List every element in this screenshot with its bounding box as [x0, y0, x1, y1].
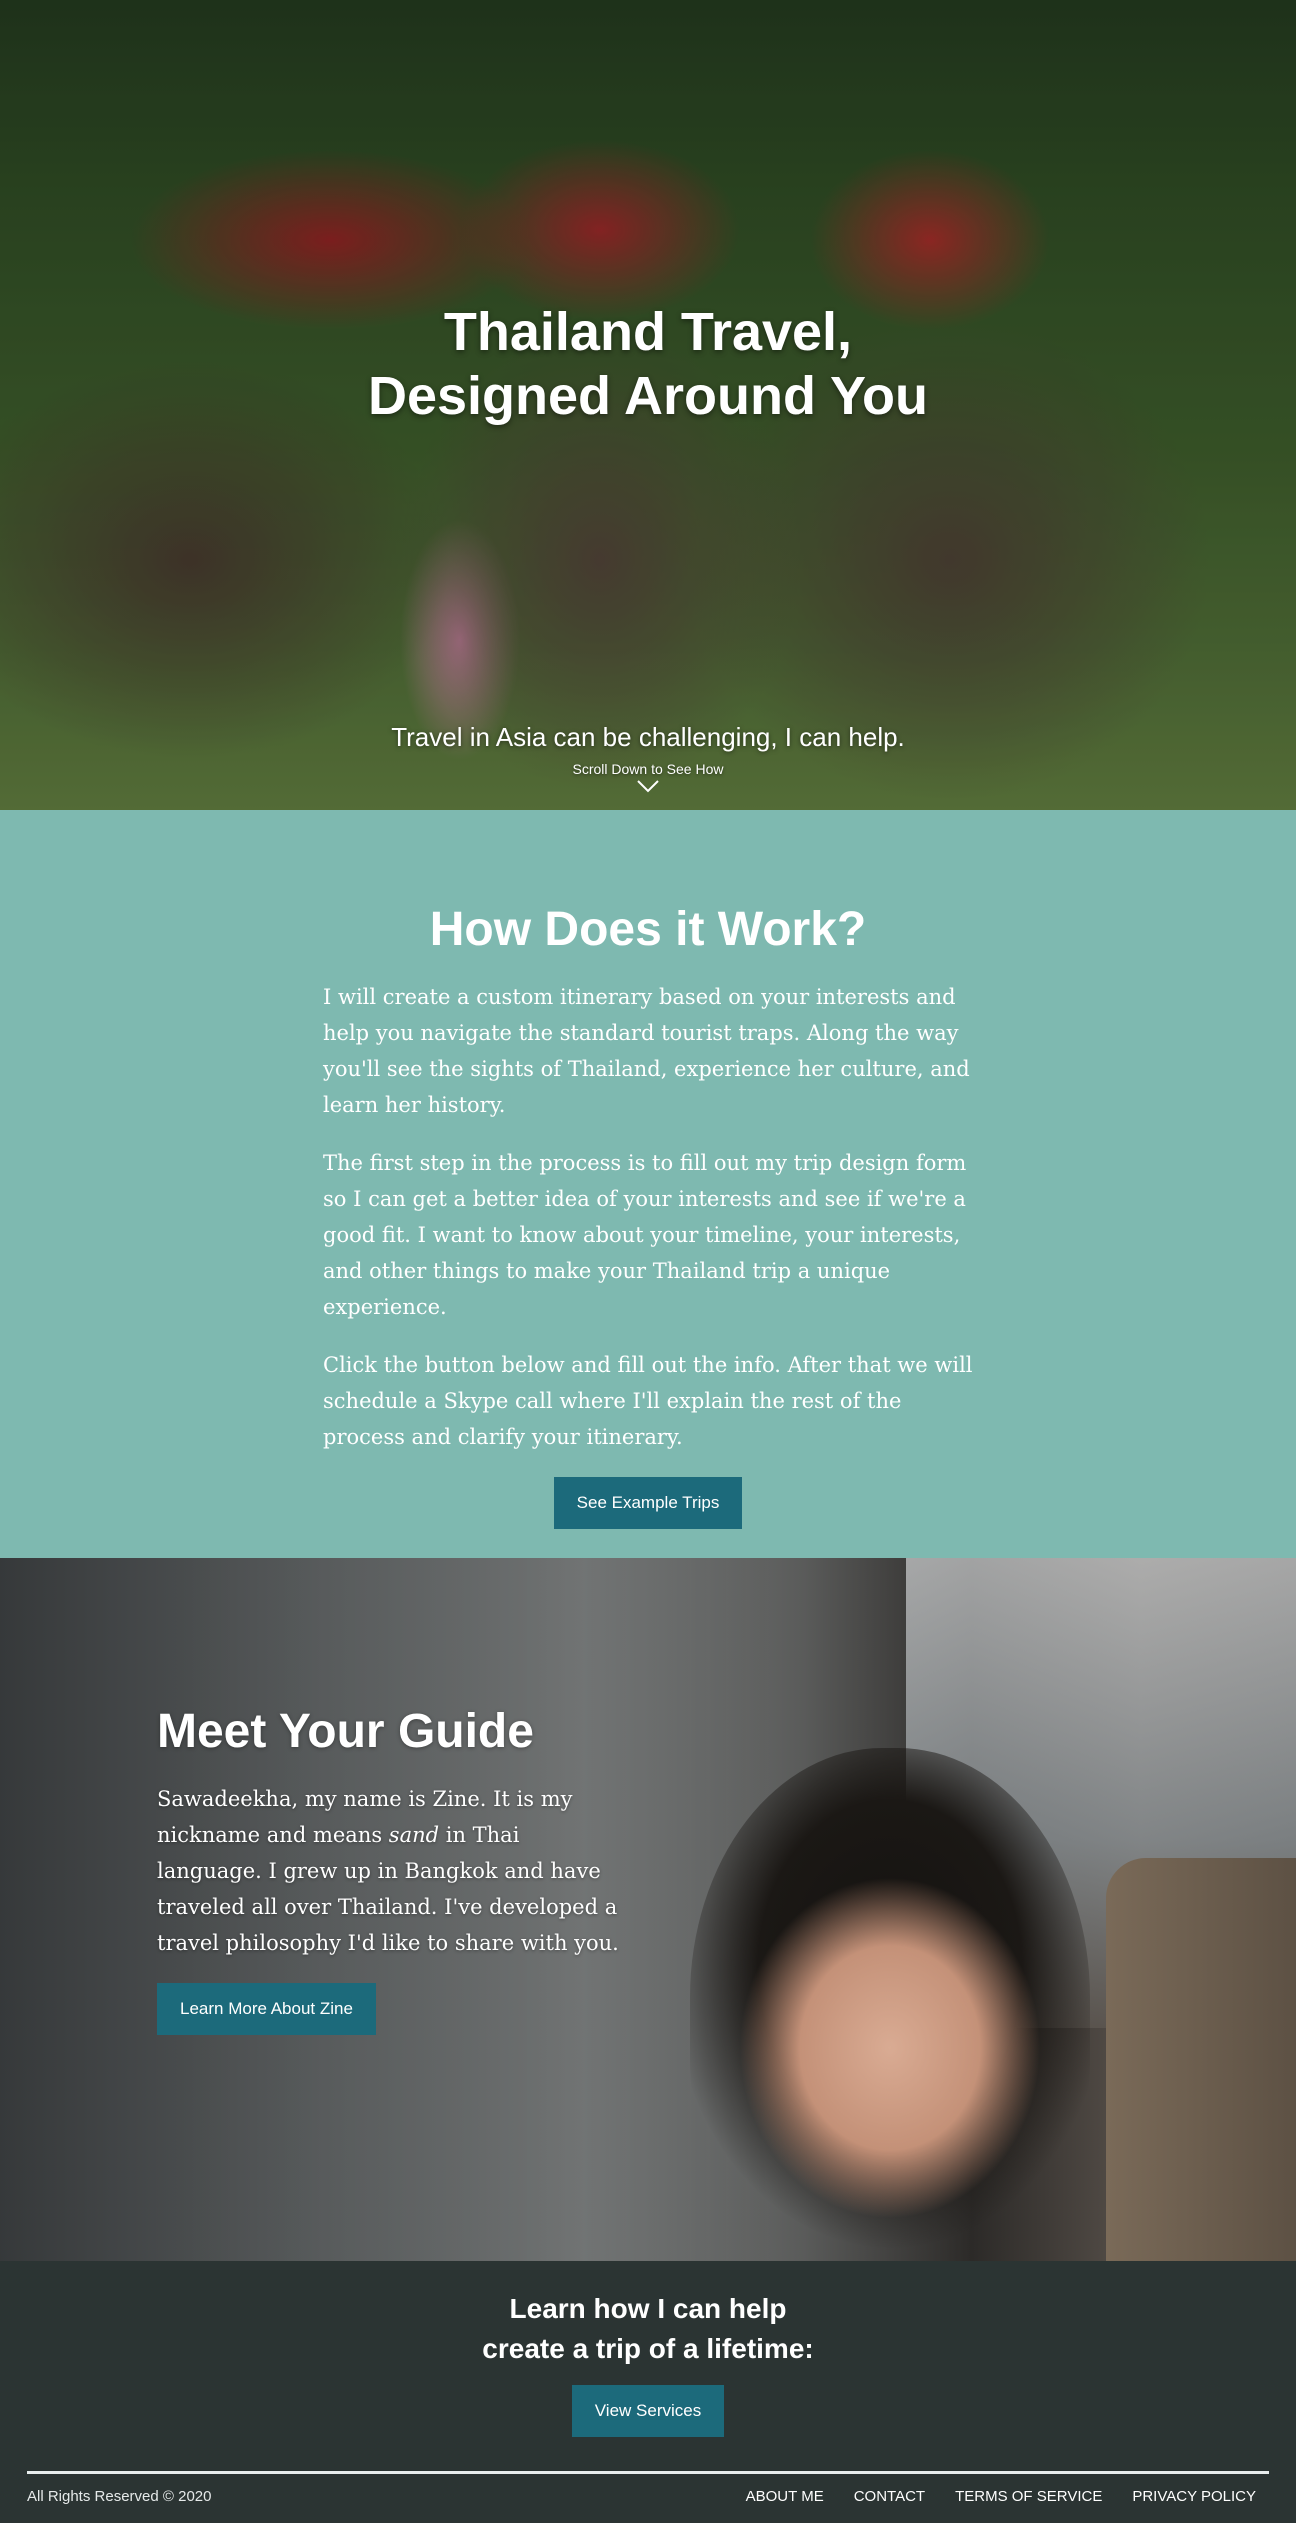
footer-link-terms[interactable]: Terms of Service [955, 2488, 1102, 2505]
how-paragraph: The first step in the process is to fill… [323, 1151, 967, 1319]
guide-intro: Sawadeekha, my name is Zine. It is my ni… [157, 1787, 619, 1955]
how-body: I will create a custom itinerary based o… [323, 979, 973, 1529]
how-paragraph: I will create a custom itinerary based o… [323, 985, 970, 1117]
how-heading: How Does it Work? [429, 903, 867, 956]
footer-link-privacy[interactable]: Privacy Policy [1132, 2488, 1256, 2505]
copyright: All Rights Reserved © 2020 [27, 2488, 212, 2505]
footer-link-contact[interactable]: Contact [854, 2488, 925, 2505]
cta-section: Learn how I can help create a trip of a … [0, 2261, 1296, 2523]
hero-content: Thailand Travel, Designed Around You [0, 300, 1296, 428]
see-example-trips-button[interactable]: See Example Trips [553, 1477, 743, 1529]
learn-more-about-zine-button[interactable]: Learn More About Zine [157, 1983, 376, 2035]
scroll-hint[interactable]: Scroll Down to See How [0, 761, 1296, 777]
footer: All Rights Reserved © 2020 About Me Cont… [27, 2471, 1269, 2505]
hero-section: Thailand Travel, Designed Around You Tra… [0, 0, 1296, 810]
cta-heading: Learn how I can help create a trip of a … [482, 2293, 814, 2364]
footer-link-about-me[interactable]: About Me [746, 2488, 824, 2505]
view-services-button[interactable]: View Services [571, 2385, 725, 2437]
how-paragraph: Click the button below and fill out the … [323, 1353, 973, 1449]
meet-guide-section: Meet Your Guide Sawadeekha, my name is Z… [0, 1558, 1296, 2261]
footer-nav: About Me Contact Terms of Service Privac… [746, 2488, 1269, 2505]
how-it-works-section: How Does it Work? I will create a custom… [0, 810, 1296, 1558]
guide-content: Meet Your Guide Sawadeekha, my name is Z… [157, 1704, 627, 2035]
guide-heading: Meet Your Guide [157, 1705, 534, 1758]
hero-subtitle: Travel in Asia can be challenging, I can… [391, 722, 905, 752]
hero-title: Thailand Travel, Designed Around You [367, 302, 928, 426]
hero-bottom: Travel in Asia can be challenging, I can… [0, 722, 1296, 798]
chevron-down-icon[interactable] [637, 779, 659, 793]
